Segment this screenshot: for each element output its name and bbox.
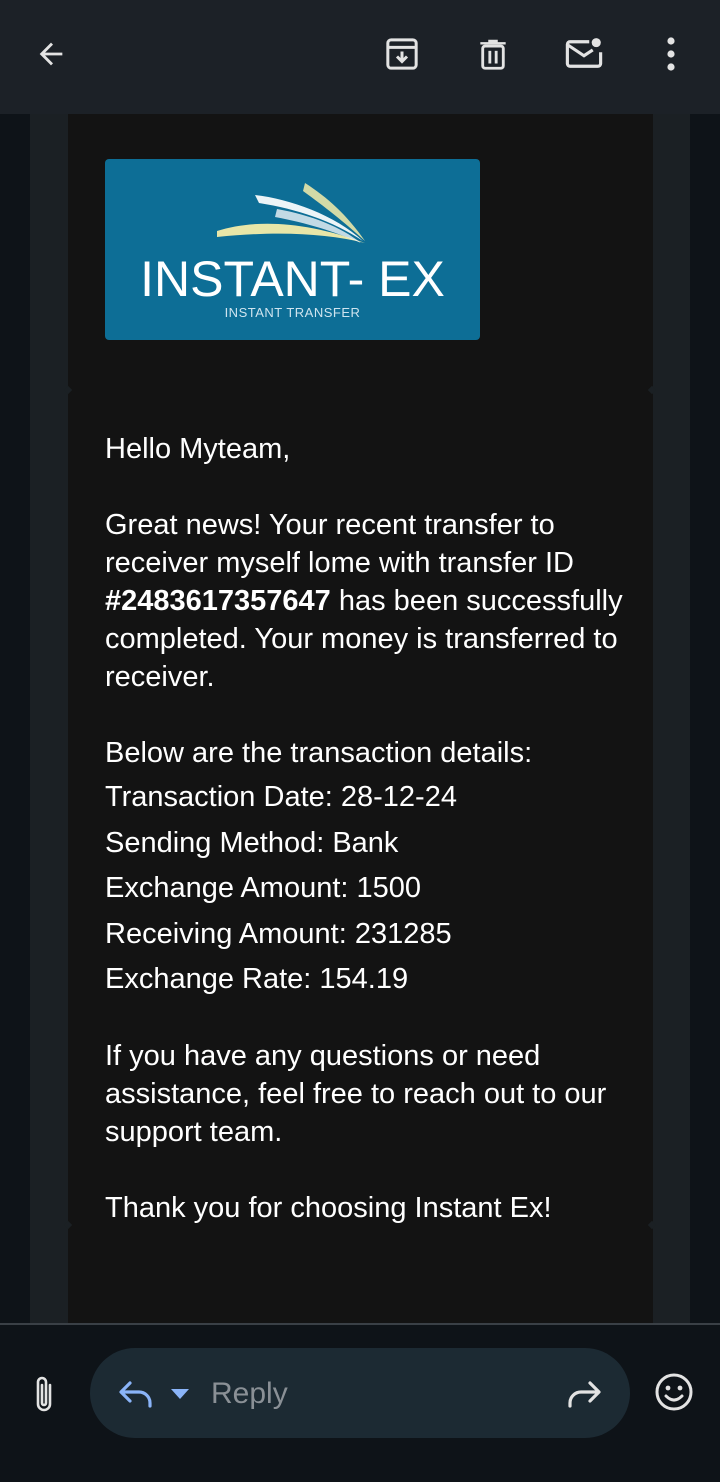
- reply-icon: [119, 1381, 152, 1408]
- mark-unread-button[interactable]: [556, 26, 612, 82]
- reply-options-dropdown[interactable]: [166, 1380, 194, 1408]
- detail-row: Exchange Amount: 1500: [105, 872, 422, 904]
- closing-line: Thank you for choosing Instant Ex!: [105, 1192, 552, 1224]
- forward-icon: [568, 1381, 601, 1408]
- greeting: Hello Myteam,: [105, 433, 291, 465]
- detail-row: Sending Method: Bank: [105, 826, 399, 859]
- details-intro: Below are the transaction details:: [105, 737, 533, 769]
- delete-button[interactable]: [465, 26, 521, 82]
- logo-wordmark: INSTANT- EX: [140, 251, 445, 307]
- more-vertical-icon: [667, 37, 675, 71]
- message-text: Great news! Your recent transfer to rece…: [105, 509, 574, 579]
- arrow-left-icon: [39, 42, 63, 66]
- instant-ex-logo: INSTANT- EX INSTANT TRANSFER: [105, 159, 480, 340]
- detail-row: Exchange Rate: 154.19: [105, 963, 409, 995]
- forward-button[interactable]: [562, 1372, 606, 1416]
- caret-down-icon: [171, 1389, 189, 1399]
- attach-button[interactable]: [22, 1368, 66, 1420]
- logo-tagline: INSTANT TRANSFER: [224, 305, 361, 320]
- archive-icon: [386, 38, 418, 70]
- top-app-bar: [0, 0, 720, 114]
- transfer-id: #2483617357647: [105, 585, 331, 617]
- support-paragraph: If you have any questions or need assist…: [105, 1040, 607, 1148]
- reply-button[interactable]: [114, 1372, 158, 1416]
- transaction-details: Transaction Date: 28-12-24 Sending Metho…: [105, 775, 625, 1003]
- message-paragraph: Great news! Your recent transfer to rece…: [105, 506, 625, 696]
- more-options-button[interactable]: [643, 26, 699, 82]
- detail-row: Transaction Date: 28-12-24: [105, 781, 457, 813]
- emoji-button[interactable]: [652, 1370, 696, 1414]
- emoji-icon: [655, 1373, 693, 1411]
- mail-unread-icon: [565, 38, 603, 68]
- swoosh-icon: [217, 183, 365, 243]
- back-button[interactable]: [23, 26, 79, 82]
- trash-icon: [480, 39, 506, 70]
- detail-row: Receiving Amount: 231285: [105, 917, 452, 950]
- paperclip-icon: [36, 1376, 52, 1412]
- reply-placeholder: Reply: [211, 1377, 288, 1410]
- archive-button[interactable]: [374, 26, 430, 82]
